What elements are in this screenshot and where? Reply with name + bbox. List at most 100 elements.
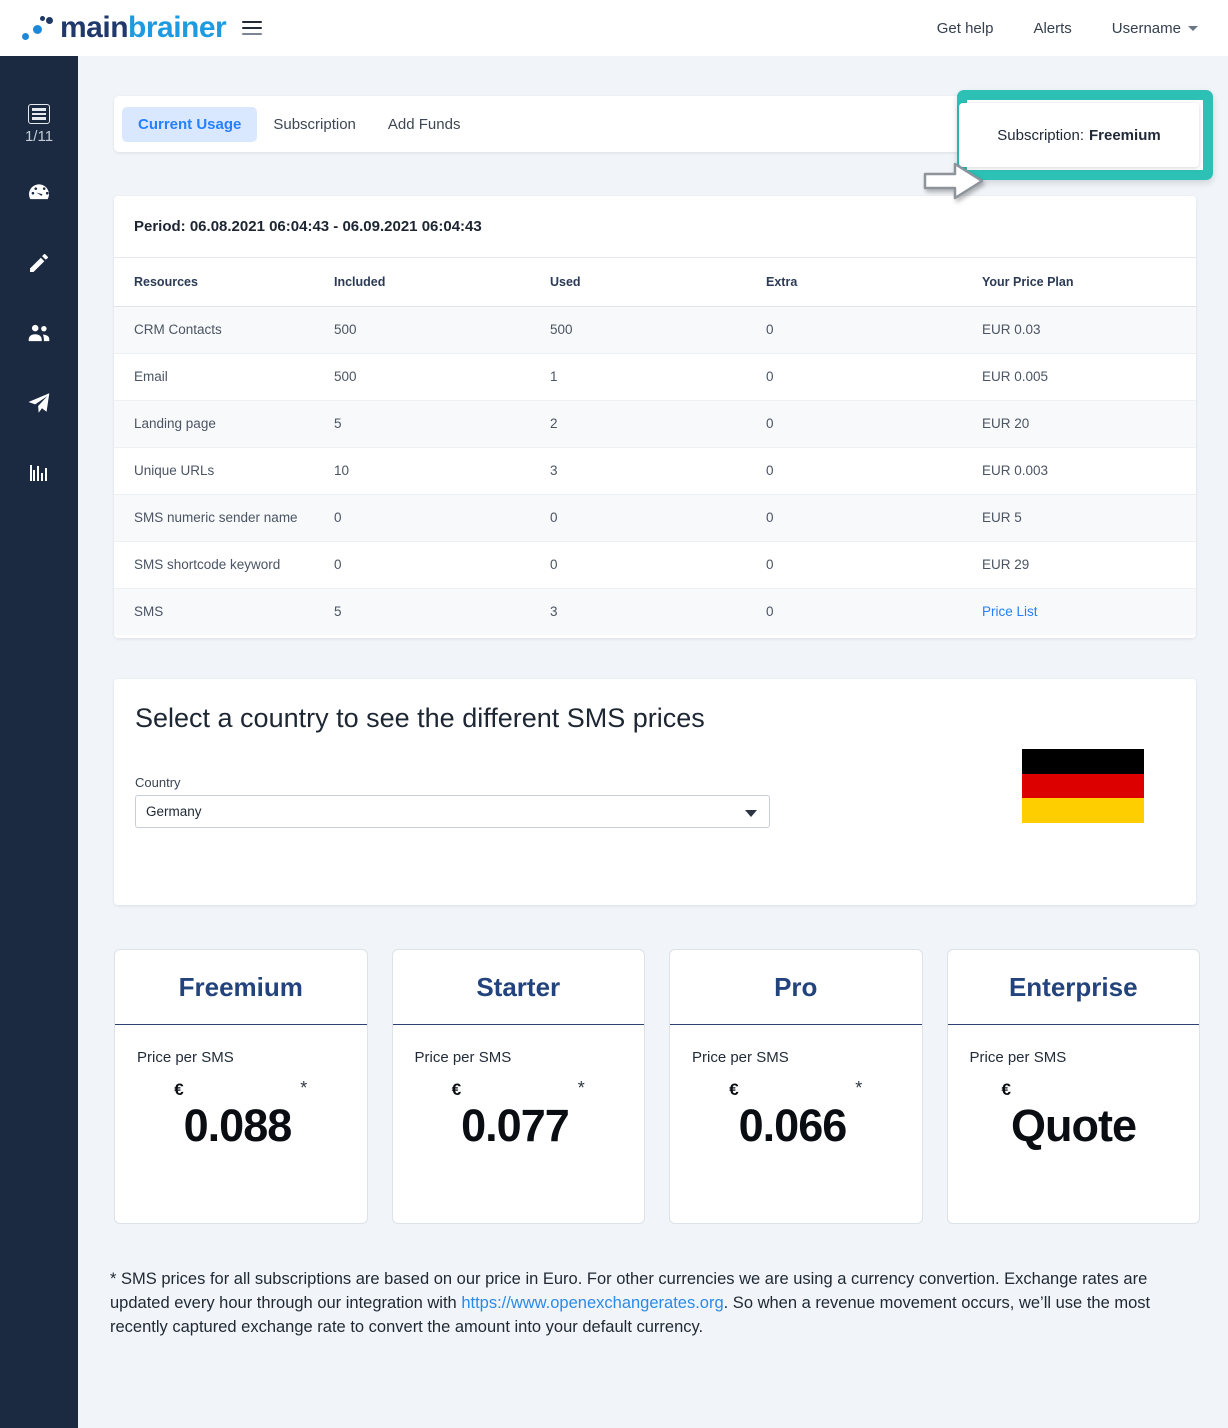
sidebar-item-dashboard[interactable] xyxy=(17,175,61,215)
brand-name-secondary: brainer xyxy=(128,11,227,44)
plan-name: Pro xyxy=(670,950,922,1025)
plan-amount: 0.088 xyxy=(183,1099,293,1151)
column-header-extra: Extra xyxy=(746,258,962,307)
plan-subtitle: Price per SMS xyxy=(692,1049,789,1066)
usage-period-label: Period: 06.08.2021 06:04:43 - 06.09.2021… xyxy=(114,196,1196,258)
cell-resource: SMS xyxy=(134,604,164,620)
plan-name: Enterprise xyxy=(947,950,1199,1025)
cell-resource: SMS shortcode keyword xyxy=(114,541,314,589)
pricing-footnote: * SMS prices for all subscriptions are b… xyxy=(110,1268,1188,1340)
footnote-asterisk: * xyxy=(577,1078,585,1098)
column-header-used: Used xyxy=(530,258,746,307)
price-list-link[interactable]: Price List xyxy=(982,604,1038,619)
cell-plan: EUR 29 xyxy=(962,541,1196,589)
currency-symbol: € xyxy=(1001,1080,1011,1099)
chevron-down-icon xyxy=(745,810,757,817)
sidebar-item-task-counter[interactable]: 1/11 xyxy=(25,104,53,145)
column-header-resources: Resources xyxy=(114,258,314,307)
sidebar-item-campaigns[interactable] xyxy=(17,385,61,425)
cell-extra: 0 xyxy=(746,353,962,401)
logo-dots-icon xyxy=(22,15,56,41)
cell-used: 0 xyxy=(530,541,746,589)
plan-subtitle: Price per SMS xyxy=(969,1049,1067,1066)
cell-extra: 0 xyxy=(746,400,962,448)
cell-plan: EUR 5 xyxy=(962,494,1196,542)
people-icon xyxy=(26,320,52,351)
page-title: Select a country to see the different SM… xyxy=(135,703,705,733)
tab-add-funds[interactable]: Add Funds xyxy=(372,107,477,142)
chevron-down-icon xyxy=(1188,26,1198,32)
sidebar-item-analytics[interactable] xyxy=(17,455,61,495)
plan-price: € 0.088 * xyxy=(115,1066,367,1223)
plan-card-pro[interactable]: Pro Price per SMS € 0.066 * xyxy=(669,949,923,1224)
tab-current-usage[interactable]: Current Usage xyxy=(122,106,258,142)
status-badge[interactable]: Subscription: Freemium xyxy=(959,103,1199,167)
brand-wordmark: mainbrainer xyxy=(60,11,227,45)
cell-used: 500 xyxy=(530,306,746,354)
cell-plan: EUR 0.03 xyxy=(962,306,1196,354)
cell-extra: 0 xyxy=(766,604,774,620)
table-row: SMS numeric sender name 0 0 0 EUR 5 xyxy=(114,494,1196,542)
dashboard-gauge-icon xyxy=(26,180,52,211)
cell-included: 5 xyxy=(334,604,342,620)
cell-extra: 0 xyxy=(746,541,962,589)
list-icon xyxy=(28,104,50,124)
sidebar-item-contacts[interactable] xyxy=(17,315,61,355)
plan-card-enterprise[interactable]: Enterprise Price per SMS € Quote xyxy=(946,949,1200,1224)
openexchangerates-link[interactable]: https://www.openexchangerates.org xyxy=(461,1294,723,1312)
cell-included: 5 xyxy=(314,400,530,448)
cell-resource: Unique URLs xyxy=(114,447,314,495)
country-select[interactable]: Germany xyxy=(135,795,770,828)
paper-plane-icon xyxy=(26,390,52,421)
currency-symbol: € xyxy=(451,1080,462,1099)
main-content-area: Current Usage Subscription Add Funds Sub… xyxy=(78,56,1228,1428)
bar-chart-icon xyxy=(27,461,51,490)
subscription-plan-value: Freemium xyxy=(1089,126,1161,144)
plan-amount: 0.077 xyxy=(461,1099,570,1151)
hamburger-menu-icon[interactable] xyxy=(242,17,263,39)
brand-logo[interactable]: mainbrainer xyxy=(22,11,227,45)
plan-subtitle: Price per SMS xyxy=(414,1049,512,1066)
cell-plan: EUR 0.003 xyxy=(962,447,1196,495)
plan-card-starter[interactable]: Starter Price per SMS € 0.077 * xyxy=(391,949,645,1224)
cell-used: 1 xyxy=(530,353,746,401)
left-sidebar: 1/11 xyxy=(0,56,78,1428)
cell-used: 3 xyxy=(550,604,558,620)
cell-extra: 0 xyxy=(746,306,962,354)
plan-card-freemium[interactable]: Freemium Price per SMS € 0.088 * xyxy=(114,949,368,1224)
table-row: CRM Contacts 500 500 0 EUR 0.03 xyxy=(114,306,1196,354)
cell-resource: SMS numeric sender name xyxy=(114,494,314,542)
cell-included: 0 xyxy=(314,541,530,589)
plan-price: € Quote xyxy=(948,1066,1200,1223)
top-navigation: Get help Alerts Username xyxy=(897,20,1198,37)
alerts-link[interactable]: Alerts xyxy=(1033,20,1071,37)
country-field-label: Country xyxy=(135,775,181,790)
cell-plan: EUR 20 xyxy=(962,400,1196,448)
table-row: Unique URLs 10 3 0 EUR 0.003 xyxy=(114,447,1196,495)
usage-table: Resources Included Used Extra Your Price… xyxy=(114,258,1196,635)
username-label: Username xyxy=(1111,19,1181,37)
sidebar-item-edit[interactable] xyxy=(17,245,61,285)
footnote-asterisk: * xyxy=(855,1078,863,1098)
cell-extra: 0 xyxy=(746,447,962,495)
annotation-arrow-icon xyxy=(923,161,985,206)
cell-used: 2 xyxy=(530,400,746,448)
cell-resource: Email xyxy=(114,353,314,401)
get-help-link[interactable]: Get help xyxy=(937,20,994,37)
plan-price: € 0.066 * xyxy=(670,1066,922,1223)
germany-flag-icon xyxy=(1022,749,1144,823)
cell-plan: EUR 0.005 xyxy=(962,353,1196,401)
cell-included: 500 xyxy=(314,353,530,401)
column-header-included: Included xyxy=(314,258,530,307)
subscription-prefix-label: Subscription: xyxy=(997,126,1084,144)
tab-subscription[interactable]: Subscription xyxy=(257,107,372,142)
country-selected-value: Germany xyxy=(146,804,202,819)
cell-included: 0 xyxy=(314,494,530,542)
plan-price: € 0.077 * xyxy=(393,1066,645,1223)
plan-amount: 0.066 xyxy=(738,1099,848,1151)
plan-amount: Quote xyxy=(1010,1099,1137,1151)
username-menu[interactable]: Username xyxy=(1112,20,1198,37)
country-selection-card: Select a country to see the different SM… xyxy=(114,679,1196,905)
pencil-icon xyxy=(27,251,51,280)
plan-subtitle: Price per SMS xyxy=(137,1049,234,1066)
